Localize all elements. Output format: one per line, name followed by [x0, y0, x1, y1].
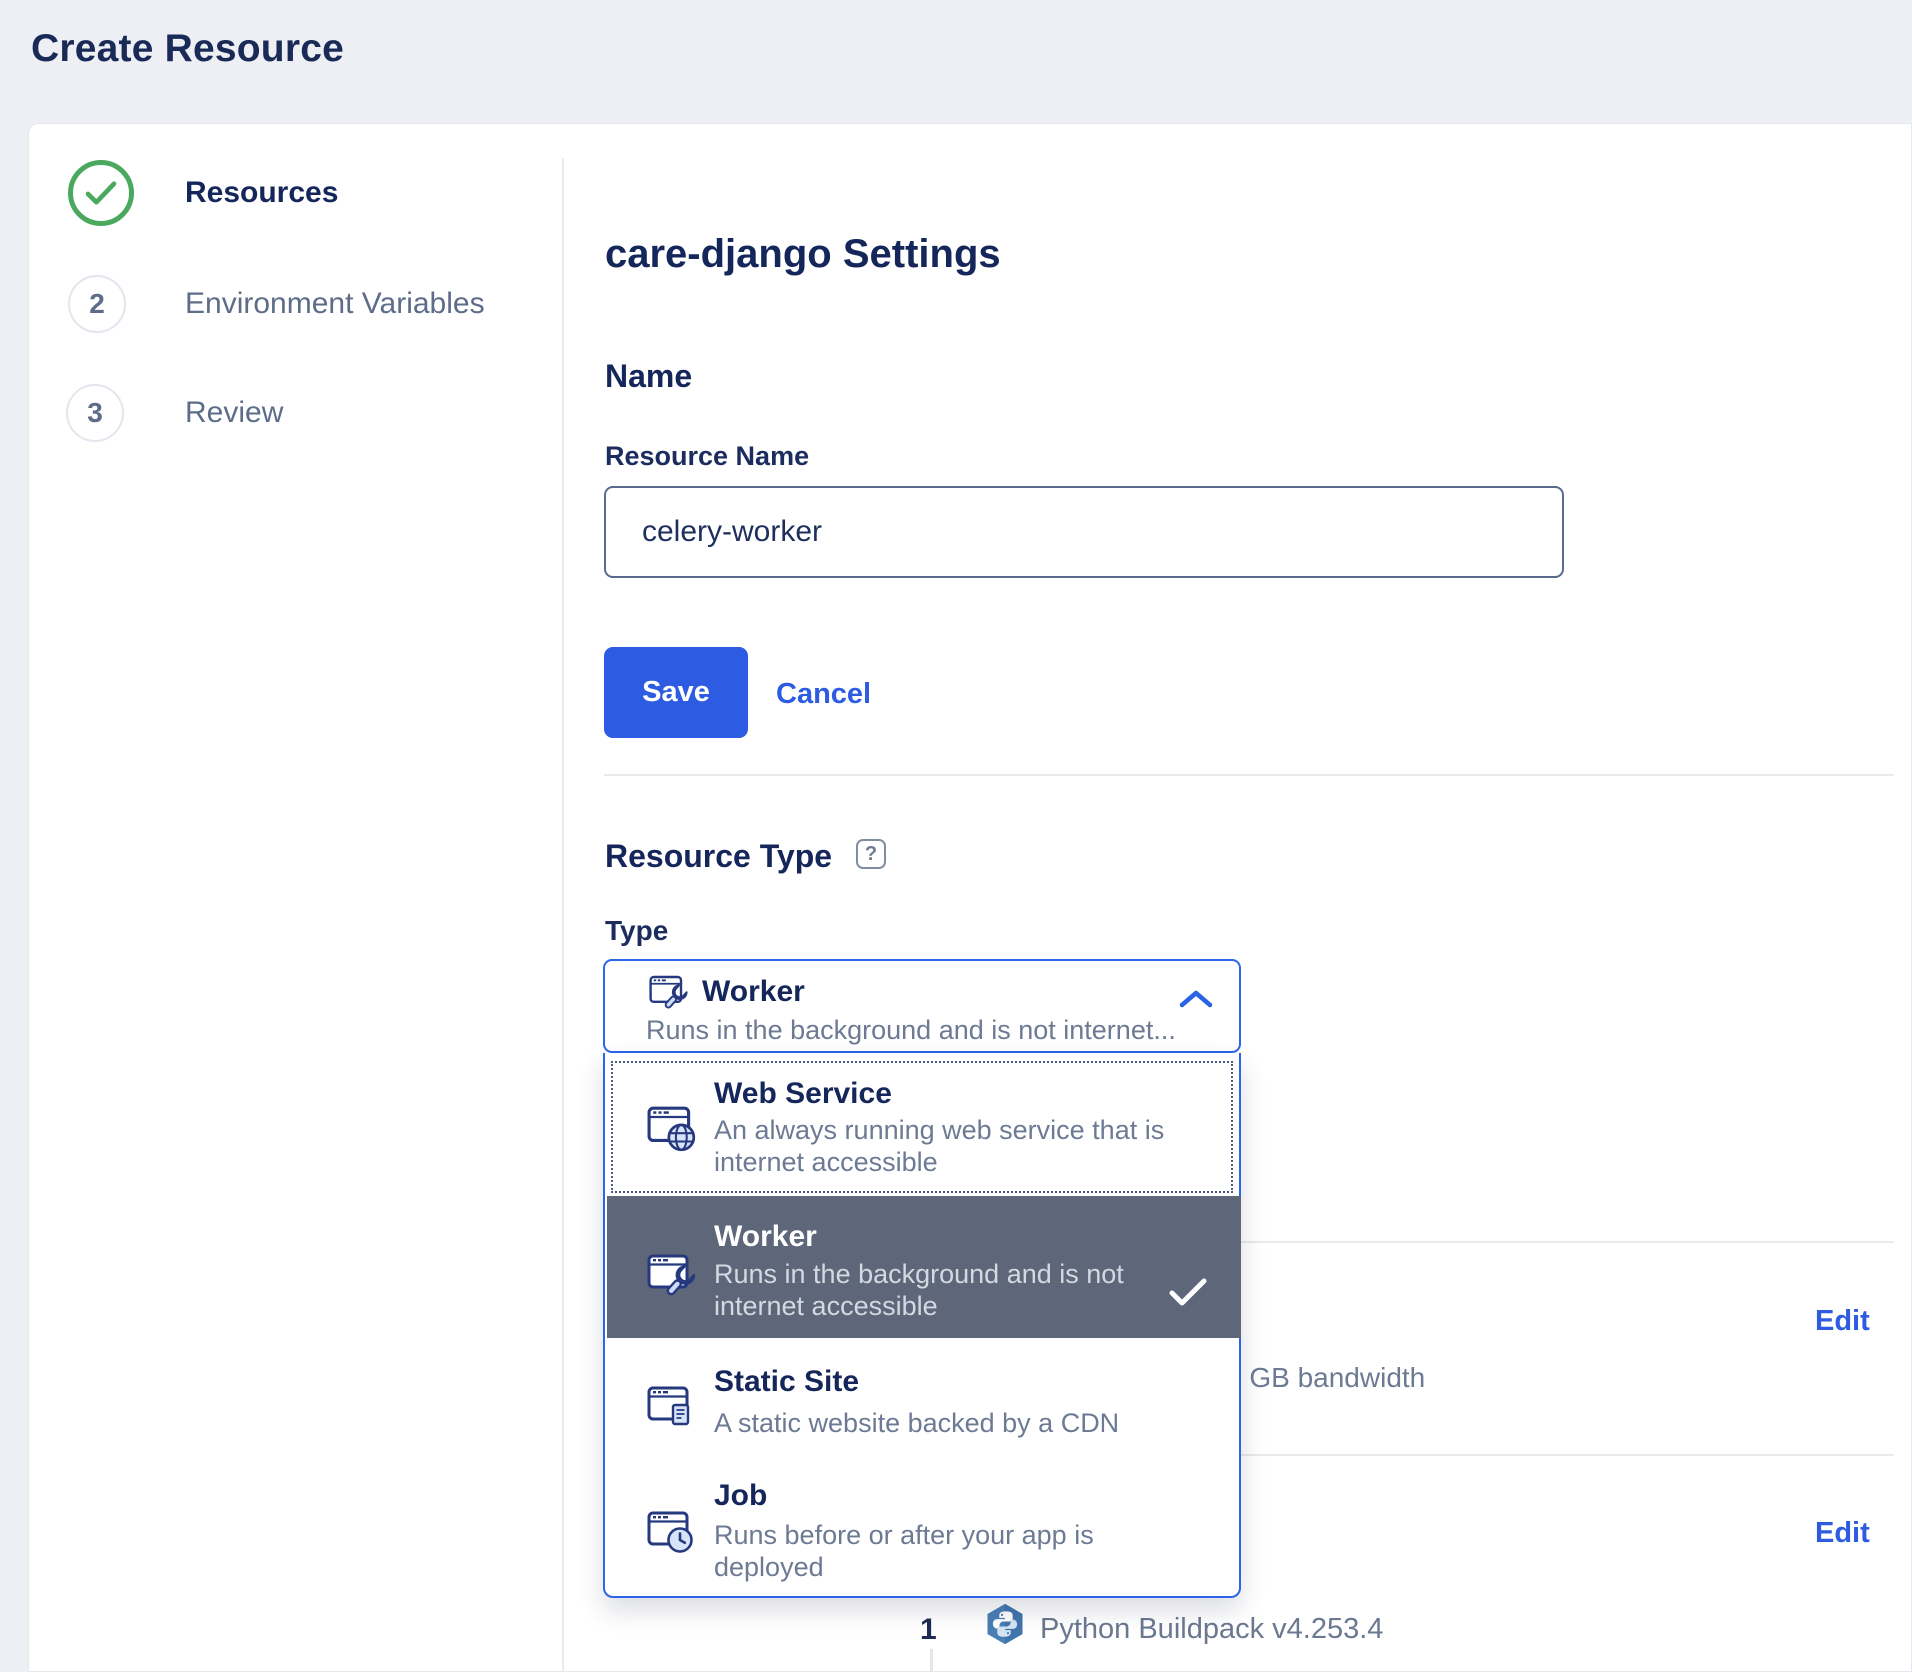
select-value-title: Worker	[702, 975, 805, 1009]
resource-type-dropdown: Web Service An always running web servic…	[603, 1053, 1241, 1598]
selected-check-icon	[1168, 1277, 1208, 1307]
option-title: Worker	[714, 1220, 817, 1254]
option-job[interactable]: Job Runs before or after your app is dep…	[605, 1460, 1239, 1596]
edit-link-plan[interactable]: Edit	[1815, 1305, 1870, 1338]
build-step-number: 1	[920, 1613, 937, 1647]
option-description: Runs in the background and is not intern…	[714, 1258, 1144, 1322]
cancel-link[interactable]: Cancel	[776, 678, 871, 711]
browser-clock-icon	[647, 1508, 697, 1558]
option-description: An always running web service that is in…	[714, 1114, 1194, 1178]
option-static-site[interactable]: Static Site A static website backed by a…	[605, 1338, 1239, 1460]
option-title: Web Service	[714, 1077, 892, 1111]
bandwidth-text: 0 GB bandwidth	[1226, 1362, 1425, 1394]
stepper-content-divider	[562, 158, 564, 1672]
option-title: Static Site	[714, 1365, 859, 1399]
step-number-circle: 3	[66, 384, 124, 442]
select-value-description: Runs in the background and is not intern…	[646, 1015, 1176, 1045]
type-label: Type	[605, 915, 668, 946]
create-resource-page: Create Resource Resources 2 Environment …	[0, 0, 1912, 1672]
settings-heading: care-django Settings	[605, 232, 1001, 276]
browser-wrench-icon	[647, 1251, 697, 1301]
stepper-step-environment-variables[interactable]: 2 Environment Variables	[60, 270, 540, 340]
stepper-step-resources[interactable]: Resources	[60, 155, 540, 235]
save-button[interactable]: Save	[604, 647, 748, 738]
buildpack-label: Python Buildpack v4.253.4	[1040, 1613, 1383, 1646]
timeline-connector	[930, 1649, 933, 1672]
option-description: Runs before or after your app is deploye…	[714, 1519, 1134, 1583]
edit-link-build[interactable]: Edit	[1815, 1517, 1870, 1550]
option-web-service[interactable]: Web Service An always running web servic…	[605, 1055, 1239, 1196]
browser-globe-icon	[647, 1103, 699, 1155]
option-description: A static website backed by a CDN	[714, 1407, 1274, 1439]
browser-wrench-icon	[649, 973, 689, 1013]
section-divider	[604, 774, 1894, 776]
name-section-title: Name	[605, 358, 692, 394]
step-label: Review	[185, 396, 283, 430]
step-number-circle: 2	[68, 275, 126, 333]
option-worker[interactable]: Worker Runs in the background and is not…	[605, 1196, 1239, 1338]
help-icon[interactable]: ?	[856, 839, 886, 869]
chevron-up-icon	[1179, 989, 1213, 1009]
stepper-step-review[interactable]: 3 Review	[60, 379, 540, 449]
step-label: Resources	[185, 176, 338, 210]
browser-document-icon	[647, 1383, 697, 1433]
resource-name-input[interactable]	[604, 486, 1564, 578]
step-label: Environment Variables	[185, 287, 485, 321]
option-title: Job	[714, 1479, 767, 1513]
resource-name-label: Resource Name	[605, 441, 809, 472]
check-icon	[84, 180, 118, 206]
step-complete-circle	[68, 160, 134, 226]
page-title: Create Resource	[31, 27, 344, 71]
resource-type-title: Resource Type	[605, 838, 832, 874]
python-buildpack-icon	[984, 1602, 1026, 1646]
resource-type-select[interactable]: Worker Runs in the background and is not…	[603, 959, 1241, 1053]
